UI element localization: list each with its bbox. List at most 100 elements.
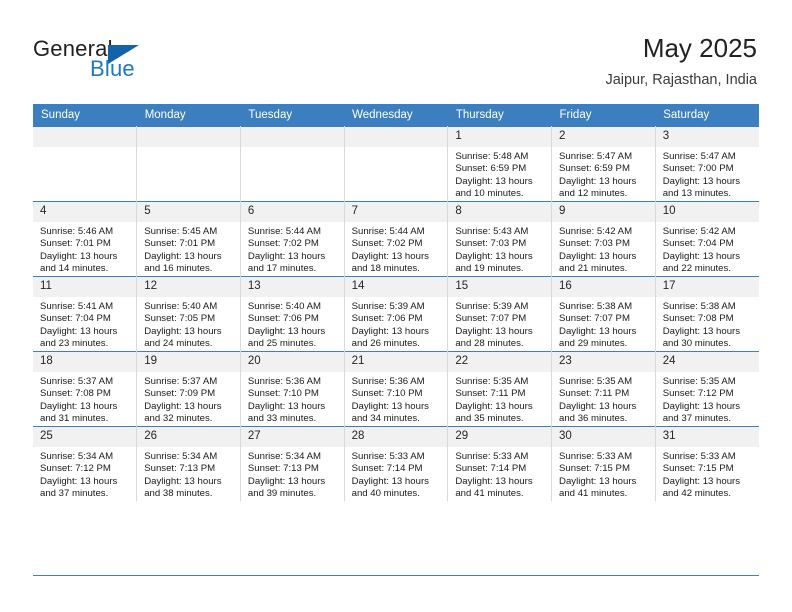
day-details: Sunrise: 5:44 AM Sunset: 7:02 PM Daylight:…	[241, 222, 344, 276]
day-details: Sunrise: 5:35 AM Sunset: 7:12 PM Daylight:…	[656, 372, 759, 426]
daylight-text: Daylight: 13 hours and 19 minutes.	[455, 250, 533, 275]
sunrise-text: Sunrise: 5:41 AM	[40, 301, 114, 312]
calendar-day-cell[interactable]: 5 Sunrise: 5:45 AM Sunset: 7:01 PM Daylight…	[136, 201, 241, 277]
sunset-text: Sunset: 7:07 PM	[455, 313, 527, 325]
calendar-day-cell[interactable]: 19 Sunrise: 5:37 AM Sunset: 7:09 PM Dayligh…	[136, 351, 241, 427]
sunset-text: Sunset: 7:04 PM	[662, 238, 734, 250]
calendar-week-row: 1 Sunrise: 5:48 AM Sunset: 6:59 PM Daylight…	[33, 126, 759, 202]
calendar-day-cell[interactable]: 26 Sunrise: 5:34 AM Sunset: 7:13 PM Dayligh…	[136, 426, 241, 501]
calendar-header-row: Sunday Monday Tuesday Wednesday Thursday Frid…	[33, 104, 759, 127]
weekday-header-thursday: Thursday	[447, 104, 552, 127]
calendar-day-cell[interactable]: 11 Sunrise: 5:41 AM Sunset: 7:04 PM Dayligh…	[33, 276, 138, 352]
daylight-text: Daylight: 13 hours and 38 minutes.	[144, 475, 222, 500]
calendar-day-cell[interactable]: 25 Sunrise: 5:34 AM Sunset: 7:12 PM Dayligh…	[33, 426, 138, 501]
calendar-day-cell[interactable]: 14 Sunrise: 5:39 AM Sunset: 7:06 PM Dayligh…	[343, 276, 449, 352]
day-number: 13	[240, 277, 344, 297]
sunset-text: Sunset: 7:06 PM	[247, 313, 319, 325]
sunrise-text: Sunrise: 5:42 AM	[662, 226, 736, 237]
calendar-day-cell[interactable]: 7 Sunrise: 5:44 AM Sunset: 7:02 PM Daylight…	[343, 201, 449, 277]
calendar-week-row: 25 Sunrise: 5:34 AM Sunset: 7:12 PM Dayligh…	[33, 426, 759, 501]
calendar-day-cell[interactable]: 3 Sunrise: 5:47 AM Sunset: 7:00 PM Daylight…	[654, 126, 759, 202]
sunset-text: Sunset: 7:14 PM	[351, 463, 423, 475]
calendar-day-cell[interactable]: 12 Sunrise: 5:40 AM Sunset: 7:05 PM Dayligh…	[136, 276, 241, 352]
calendar-day-cell[interactable]: 29 Sunrise: 5:33 AM Sunset: 7:14 PM Dayligh…	[447, 426, 553, 501]
day-number: 12	[137, 277, 240, 297]
daylight-text: Daylight: 13 hours and 41 minutes.	[455, 475, 533, 500]
calendar-day-cell[interactable]: 24 Sunrise: 5:35 AM Sunset: 7:12 PM Dayligh…	[654, 351, 759, 427]
daylight-text: Daylight: 13 hours and 26 minutes.	[351, 325, 429, 350]
calendar-day-cell[interactable]: 23 Sunrise: 5:35 AM Sunset: 7:11 PM Dayligh…	[551, 351, 656, 427]
sunrise-text: Sunrise: 5:33 AM	[351, 451, 425, 462]
calendar-day-cell[interactable]: 9 Sunrise: 5:42 AM Sunset: 7:03 PM Daylight…	[551, 201, 656, 277]
day-details: Sunrise: 5:48 AM Sunset: 6:59 PM Daylight:…	[448, 147, 551, 201]
calendar-day-cell[interactable]: 8 Sunrise: 5:43 AM Sunset: 7:03 PM Daylight…	[447, 201, 553, 277]
sunset-text: Sunset: 7:12 PM	[40, 463, 111, 475]
day-details: Sunrise: 5:34 AM Sunset: 7:13 PM Daylight:…	[241, 447, 344, 501]
sunrise-text: Sunrise: 5:40 AM	[144, 301, 218, 312]
day-number: 27	[240, 427, 344, 447]
sunset-text: Sunset: 7:01 PM	[40, 238, 111, 250]
sunset-text: Sunset: 7:04 PM	[40, 313, 111, 325]
sunrise-text: Sunrise: 5:45 AM	[144, 226, 218, 237]
logo-text-blue: Blue	[90, 56, 135, 81]
calendar-day-cell[interactable]: 15 Sunrise: 5:39 AM Sunset: 7:07 PM Dayligh…	[447, 276, 553, 352]
day-details: Sunrise: 5:33 AM Sunset: 7:14 PM Daylight:…	[448, 447, 551, 501]
sunrise-text: Sunrise: 5:35 AM	[455, 376, 529, 387]
day-number: 22	[448, 352, 552, 372]
weekday-header-sunday: Sunday	[33, 104, 137, 127]
calendar-day-cell[interactable]: 18 Sunrise: 5:37 AM Sunset: 7:08 PM Dayligh…	[33, 351, 138, 427]
day-number: 31	[655, 427, 759, 447]
calendar-day-cell[interactable]: 30 Sunrise: 5:33 AM Sunset: 7:15 PM Dayligh…	[551, 426, 656, 501]
daylight-text: Daylight: 13 hours and 29 minutes.	[559, 325, 637, 350]
daylight-text: Daylight: 13 hours and 37 minutes.	[662, 400, 741, 425]
sunset-text: Sunset: 7:14 PM	[455, 463, 527, 475]
day-number: 28	[344, 427, 448, 447]
sunset-text: Sunset: 7:15 PM	[662, 463, 734, 475]
day-details: Sunrise: 5:35 AM Sunset: 7:11 PM Daylight:…	[552, 372, 655, 426]
daylight-text: Daylight: 13 hours and 17 minutes.	[247, 250, 326, 275]
sunrise-text: Sunrise: 5:39 AM	[455, 301, 529, 312]
calendar-day-cell[interactable]: 1 Sunrise: 5:48 AM Sunset: 6:59 PM Daylight…	[447, 126, 553, 202]
daylight-text: Daylight: 13 hours and 30 minutes.	[662, 325, 741, 350]
calendar-day-cell[interactable]: 17 Sunrise: 5:38 AM Sunset: 7:08 PM Dayligh…	[654, 276, 759, 352]
daylight-text: Daylight: 13 hours and 12 minutes.	[559, 175, 637, 200]
sunset-text: Sunset: 7:03 PM	[559, 238, 630, 250]
day-details: Sunrise: 5:38 AM Sunset: 7:08 PM Daylight:…	[656, 297, 759, 351]
calendar-day-cell[interactable]: 31 Sunrise: 5:33 AM Sunset: 7:15 PM Dayligh…	[654, 426, 759, 501]
sunrise-text: Sunrise: 5:39 AM	[351, 301, 425, 312]
calendar-day-cell[interactable]: 21 Sunrise: 5:36 AM Sunset: 7:10 PM Dayligh…	[343, 351, 449, 427]
daylight-text: Daylight: 13 hours and 21 minutes.	[559, 250, 637, 275]
calendar-day-cell[interactable]: 22 Sunrise: 5:35 AM Sunset: 7:11 PM Dayligh…	[447, 351, 553, 427]
day-details: Sunrise: 5:47 AM Sunset: 7:00 PM Daylight:…	[656, 147, 759, 201]
daylight-text: Daylight: 13 hours and 32 minutes.	[144, 400, 222, 425]
daylight-text: Daylight: 13 hours and 41 minutes.	[559, 475, 637, 500]
day-number: 21	[344, 352, 448, 372]
sunrise-text: Sunrise: 5:34 AM	[144, 451, 218, 462]
sunset-text: Sunset: 7:07 PM	[559, 313, 630, 325]
day-number: 11	[33, 277, 137, 297]
sunrise-text: Sunrise: 5:38 AM	[662, 301, 736, 312]
day-details: Sunrise: 5:42 AM Sunset: 7:03 PM Daylight:…	[552, 222, 655, 276]
day-details: Sunrise: 5:33 AM Sunset: 7:14 PM Daylight:…	[345, 447, 448, 501]
calendar-day-cell[interactable]: 4 Sunrise: 5:46 AM Sunset: 7:01 PM Daylight…	[33, 201, 138, 277]
sunrise-text: Sunrise: 5:40 AM	[247, 301, 321, 312]
sunrise-text: Sunrise: 5:37 AM	[144, 376, 218, 387]
sunrise-text: Sunrise: 5:33 AM	[662, 451, 736, 462]
calendar-day-cell[interactable]: 2 Sunrise: 5:47 AM Sunset: 6:59 PM Daylight…	[551, 126, 656, 202]
sunrise-text: Sunrise: 5:43 AM	[455, 226, 529, 237]
calendar-day-cell[interactable]: 16 Sunrise: 5:38 AM Sunset: 7:07 PM Dayligh…	[551, 276, 656, 352]
sunset-text: Sunset: 7:11 PM	[559, 388, 630, 400]
calendar-day-cell[interactable]: 28 Sunrise: 5:33 AM Sunset: 7:14 PM Dayligh…	[343, 426, 449, 501]
general-blue-logo[interactable]: General Blue	[33, 36, 213, 86]
calendar-day-cell[interactable]: 10 Sunrise: 5:42 AM Sunset: 7:04 PM Dayligh…	[654, 201, 759, 277]
daylight-text: Daylight: 13 hours and 16 minutes.	[144, 250, 222, 275]
day-number: 8	[448, 202, 552, 222]
calendar-day-cell[interactable]: 27 Sunrise: 5:34 AM Sunset: 7:13 PM Dayligh…	[239, 426, 345, 501]
calendar-day-cell[interactable]: 6 Sunrise: 5:44 AM Sunset: 7:02 PM Daylight…	[239, 201, 345, 277]
day-number: 17	[655, 277, 759, 297]
day-details: Sunrise: 5:47 AM Sunset: 6:59 PM Daylight:…	[552, 147, 655, 201]
calendar-day-cell[interactable]: 13 Sunrise: 5:40 AM Sunset: 7:06 PM Dayligh…	[239, 276, 345, 352]
daylight-text: Daylight: 13 hours and 35 minutes.	[455, 400, 533, 425]
calendar-day-cell[interactable]: 20 Sunrise: 5:36 AM Sunset: 7:10 PM Dayligh…	[239, 351, 345, 427]
day-number: 7	[344, 202, 448, 222]
